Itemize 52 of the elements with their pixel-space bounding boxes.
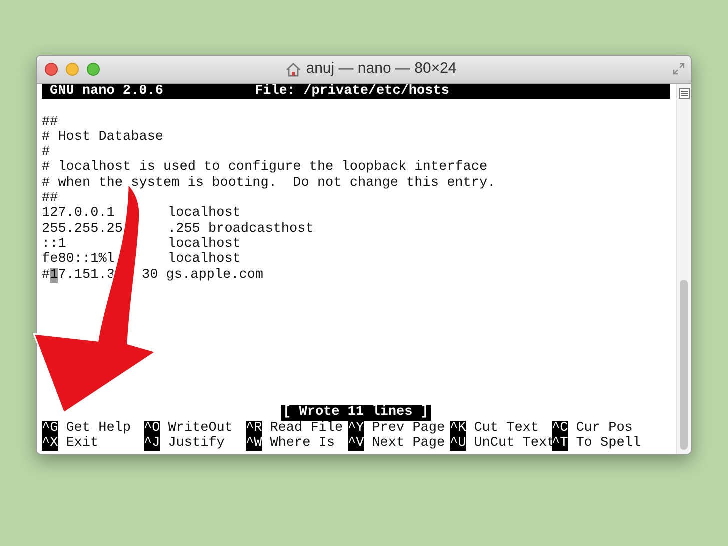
shortcut-key: ^V bbox=[348, 436, 364, 452]
status-message: [ Wrote 11 lines ] bbox=[281, 405, 431, 421]
shortcut-label: Cur Pos bbox=[576, 420, 633, 436]
code-text: 127.0.0.1 bbox=[42, 206, 115, 222]
code-text: 30 gs.apple.com bbox=[142, 268, 264, 283]
file-name: File: /private/etc/hosts bbox=[255, 84, 450, 100]
code-text: localhost bbox=[168, 236, 241, 252]
shortcut-key: ^Y bbox=[348, 420, 364, 436]
code-text: ::1 bbox=[42, 236, 66, 252]
shortcut-label: To Spell bbox=[576, 436, 642, 452]
shortcut-label: Prev Page bbox=[372, 420, 446, 436]
home-icon bbox=[286, 62, 302, 76]
shortcut-key: ^R bbox=[246, 420, 262, 436]
code-text: 255.255.25 bbox=[42, 222, 124, 237]
code-text: fe80::1%l bbox=[42, 252, 115, 268]
shortcut-key: ^C bbox=[552, 420, 568, 436]
fullscreen-icon[interactable] bbox=[673, 63, 685, 75]
shortcut-label: Get Help bbox=[66, 420, 132, 436]
code-text: localhost bbox=[168, 252, 241, 268]
shortcut-label: WriteOut bbox=[168, 420, 234, 436]
shortcut-label: Next Page bbox=[372, 436, 446, 452]
code-line: # bbox=[42, 145, 50, 160]
shortcut-label: Cut Text bbox=[474, 420, 540, 436]
shortcut-label: Read File bbox=[270, 420, 344, 436]
close-button[interactable] bbox=[45, 63, 58, 76]
zoom-button[interactable] bbox=[87, 63, 100, 76]
nano-version: GNU nano 2.0.6 bbox=[50, 84, 164, 100]
code-line: ## bbox=[42, 191, 58, 206]
text-cursor: 1 bbox=[50, 268, 58, 283]
shortcut-key: ^G bbox=[42, 420, 58, 436]
list-icon[interactable] bbox=[678, 88, 690, 99]
shortcut-key: ^J bbox=[144, 436, 160, 452]
shortcut-key: ^U bbox=[450, 436, 466, 452]
window-title: anuj — nano — 80×24 bbox=[306, 59, 457, 80]
shortcut-key: ^O bbox=[144, 420, 160, 436]
code-text: localhost bbox=[168, 206, 241, 222]
shortcut-key: ^T bbox=[552, 436, 568, 452]
code-line: ## bbox=[42, 114, 58, 130]
code-text: .255 broadcasthost bbox=[168, 222, 314, 237]
code-text: # bbox=[42, 268, 50, 283]
code-line: # when the system is booting. Do not change this entry. bbox=[42, 176, 496, 191]
minimize-button[interactable] bbox=[66, 63, 79, 76]
code-text: 7.151.3 bbox=[58, 268, 115, 283]
shortcut-label: Where Is bbox=[270, 436, 336, 452]
shortcut-key: ^X bbox=[42, 436, 58, 452]
shortcut-label: Exit bbox=[66, 436, 99, 452]
scrollbar-thumb[interactable] bbox=[680, 280, 688, 450]
shortcut-key: ^K bbox=[450, 420, 466, 436]
code-line: # Host Database bbox=[42, 130, 164, 145]
code-line: # localhost is used to configure the loopback interface bbox=[42, 160, 488, 176]
shortcut-label: Justify bbox=[168, 436, 225, 452]
shortcut-key: ^W bbox=[246, 436, 262, 452]
